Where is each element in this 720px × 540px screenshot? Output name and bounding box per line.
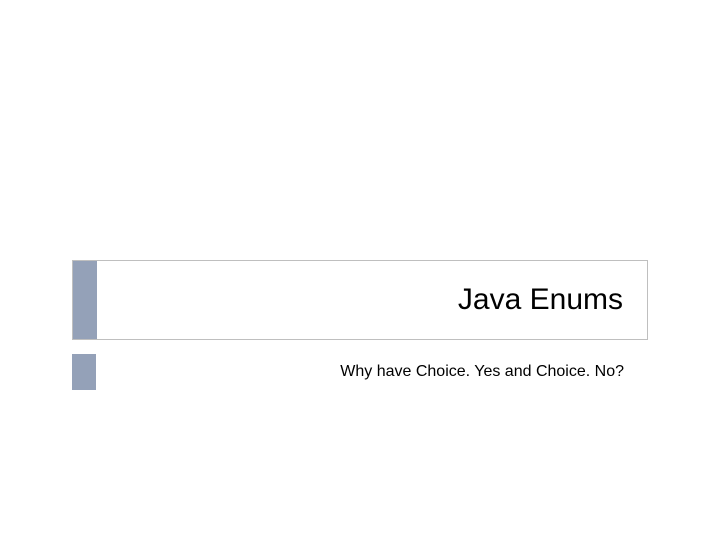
subtitle-accent-bar <box>72 354 96 390</box>
title-block: Java Enums <box>72 260 648 340</box>
slide-title: Java Enums <box>97 283 647 317</box>
subtitle-block: Why have Choice. Yes and Choice. No? <box>72 354 648 390</box>
title-accent-bar <box>73 261 97 339</box>
slide-subtitle: Why have Choice. Yes and Choice. No? <box>96 363 648 381</box>
